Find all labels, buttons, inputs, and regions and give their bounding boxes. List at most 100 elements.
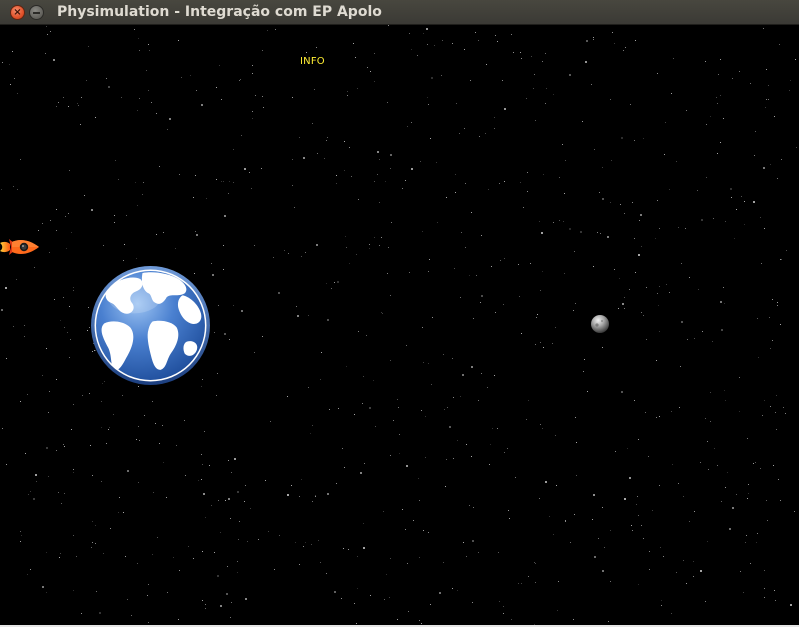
star — [434, 45, 435, 46]
star — [452, 588, 453, 589]
star — [471, 366, 473, 368]
star — [278, 292, 280, 294]
star — [533, 88, 534, 89]
star — [643, 538, 644, 539]
star — [70, 339, 71, 340]
star — [624, 308, 625, 309]
star — [354, 603, 355, 604]
star — [388, 247, 389, 248]
star — [47, 34, 48, 35]
star — [429, 259, 430, 260]
star — [406, 465, 408, 467]
star — [718, 74, 719, 75]
star — [36, 481, 37, 482]
star — [669, 292, 670, 293]
star — [497, 41, 498, 42]
star — [495, 35, 496, 36]
star — [665, 122, 666, 123]
star — [564, 273, 565, 274]
star — [597, 232, 598, 233]
star — [114, 222, 115, 223]
star — [659, 286, 660, 287]
star — [657, 73, 658, 74]
star — [387, 273, 388, 274]
star — [212, 274, 214, 276]
star — [622, 303, 624, 305]
star — [620, 204, 621, 205]
star — [779, 44, 780, 45]
star — [683, 496, 684, 497]
star — [48, 476, 49, 477]
star — [535, 563, 536, 564]
window-title: Physimulation - Integração com EP Apolo — [57, 4, 382, 20]
star — [312, 123, 313, 124]
star — [549, 516, 550, 517]
star — [526, 98, 527, 99]
minimize-button[interactable] — [29, 5, 44, 20]
star — [101, 401, 102, 402]
star — [389, 597, 390, 598]
star — [108, 429, 109, 430]
star — [476, 275, 477, 276]
star — [408, 611, 409, 612]
star — [86, 80, 87, 81]
star — [425, 416, 426, 417]
star — [638, 515, 639, 516]
star — [54, 299, 55, 300]
star — [148, 90, 149, 91]
star — [267, 30, 268, 31]
star — [775, 600, 776, 601]
minimize-icon — [33, 11, 40, 14]
title-bar[interactable]: × Physimulation - Integração com EP Apol… — [0, 0, 799, 25]
star — [162, 425, 163, 426]
star — [535, 344, 536, 345]
star — [504, 258, 505, 259]
star — [499, 183, 500, 184]
star — [602, 347, 603, 348]
star — [762, 415, 763, 416]
star — [747, 438, 748, 439]
star — [166, 497, 167, 498]
star — [661, 600, 662, 601]
star — [118, 179, 119, 180]
star — [705, 61, 706, 62]
star — [27, 574, 28, 575]
simulation-canvas[interactable]: INFO — [0, 25, 799, 625]
star — [518, 264, 519, 265]
star — [374, 53, 375, 54]
star — [629, 477, 631, 479]
star — [419, 557, 420, 558]
star — [151, 102, 152, 103]
star — [582, 121, 583, 122]
star — [342, 448, 343, 449]
star — [50, 31, 51, 32]
star — [344, 467, 345, 468]
star — [750, 563, 751, 564]
star — [521, 333, 522, 334]
star — [658, 305, 659, 306]
star — [274, 569, 275, 570]
star — [530, 263, 531, 264]
star — [543, 174, 544, 175]
star — [27, 394, 28, 395]
star — [46, 26, 47, 27]
star — [320, 562, 321, 563]
star — [724, 390, 725, 391]
star — [357, 588, 358, 589]
star — [118, 512, 119, 513]
star — [442, 40, 443, 41]
star — [231, 602, 232, 603]
star — [574, 514, 575, 515]
star — [223, 245, 224, 246]
star — [638, 254, 640, 256]
star — [534, 562, 535, 563]
star — [92, 542, 93, 543]
star — [108, 86, 110, 88]
star — [343, 548, 344, 549]
star — [630, 104, 631, 105]
star — [21, 535, 22, 536]
star — [503, 304, 504, 305]
star — [390, 154, 392, 156]
star — [96, 591, 97, 592]
close-button[interactable]: × — [10, 5, 25, 20]
